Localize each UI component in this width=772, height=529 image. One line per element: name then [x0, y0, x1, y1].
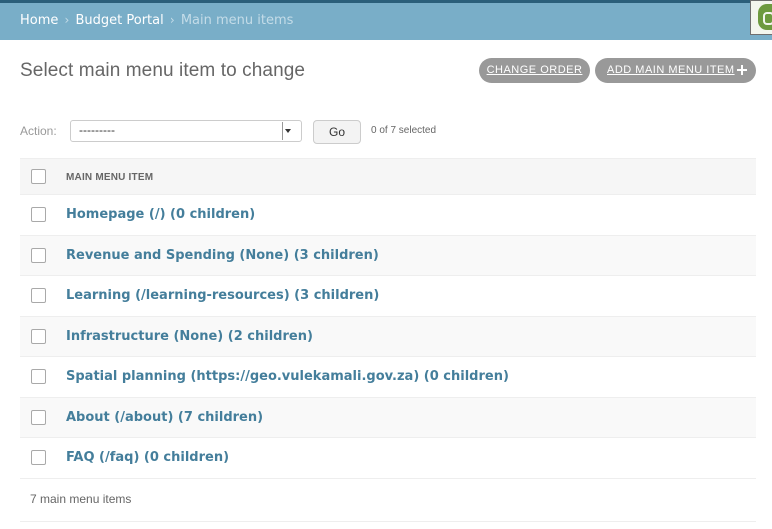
table-header: MAIN MENU ITEM	[20, 158, 756, 195]
table-row: Spatial planning (https://geo.vulekamali…	[20, 357, 756, 398]
select-arrow	[282, 122, 292, 140]
action-label: Action:	[20, 124, 57, 138]
breadcrumb-separator: ›	[169, 13, 175, 27]
row-checkbox[interactable]	[31, 369, 46, 384]
action-select-value: ---------	[79, 123, 115, 137]
row-link[interactable]: Homepage (/) (0 children)	[66, 207, 255, 222]
breadcrumb-current: Main menu items	[180, 13, 294, 28]
breadcrumb-app-link[interactable]: Budget Portal	[75, 13, 163, 28]
row-link[interactable]: Spatial planning (https://geo.vulekamali…	[66, 369, 509, 384]
column-header-main-menu-item[interactable]: MAIN MENU ITEM	[66, 172, 153, 183]
action-select[interactable]: ---------	[70, 120, 302, 142]
add-button-label: ADD MAIN MENU ITEM	[607, 64, 735, 76]
change-order-button[interactable]: CHANGE ORDER	[479, 58, 590, 83]
row-checkbox[interactable]	[31, 288, 46, 303]
page-title: Select main menu item to change	[20, 60, 306, 81]
row-checkbox[interactable]	[31, 409, 46, 425]
logo-icon	[758, 4, 772, 30]
row-link[interactable]: About (/about) (7 children)	[66, 410, 263, 425]
row-checkbox[interactable]	[31, 450, 46, 465]
table-row: FAQ (/faq) (0 children)	[20, 438, 756, 479]
table-row: Homepage (/) (0 children)	[20, 195, 756, 236]
go-button[interactable]: Go	[313, 120, 361, 144]
table-row: Revenue and Spending (None) (3 children)	[20, 235, 756, 276]
table-row: Learning (/learning-resources) (3 childr…	[20, 276, 756, 317]
row-checkbox[interactable]	[31, 207, 46, 222]
table-row: About (/about) (7 children)	[20, 397, 756, 438]
results-table: MAIN MENU ITEM Homepage (/) (0 children)…	[20, 158, 756, 479]
row-link[interactable]: Revenue and Spending (None) (3 children)	[66, 248, 379, 263]
selected-counter: 0 of 7 selected	[371, 125, 437, 136]
plus-icon	[737, 65, 747, 75]
breadcrumb-separator: ›	[64, 13, 70, 27]
breadcrumb-home-link[interactable]: Home	[20, 13, 58, 28]
table-row: Infrastructure (None) (2 children)	[20, 316, 756, 357]
add-main-menu-item-button[interactable]: ADD MAIN MENU ITEM	[595, 58, 756, 83]
row-link[interactable]: Learning (/learning-resources) (3 childr…	[66, 288, 379, 303]
row-checkbox[interactable]	[31, 328, 46, 344]
paginator: 7 main menu items	[20, 479, 756, 522]
chevron-down-icon	[285, 129, 291, 133]
corner-logo	[750, 0, 772, 35]
row-checkbox[interactable]	[31, 247, 46, 263]
select-all-checkbox[interactable]	[31, 169, 46, 184]
row-link[interactable]: Infrastructure (None) (2 children)	[66, 329, 313, 344]
breadcrumb: Home › Budget Portal › Main menu items	[0, 3, 772, 40]
row-link[interactable]: FAQ (/faq) (0 children)	[66, 450, 229, 465]
